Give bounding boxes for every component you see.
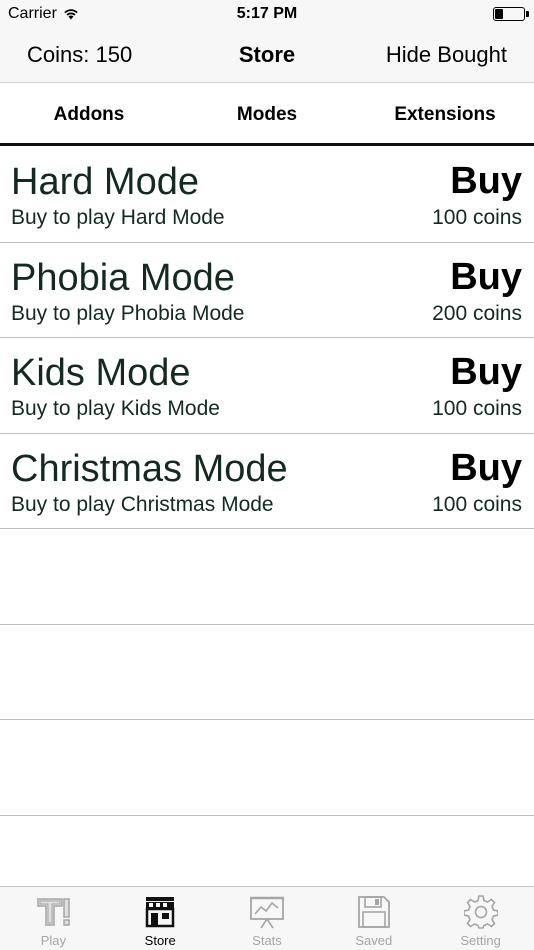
empty-row xyxy=(0,625,534,720)
empty-row xyxy=(0,529,534,625)
item-subtitle: Buy to play Phobia Mode xyxy=(11,301,245,325)
tab-label: Store xyxy=(144,933,176,948)
battery-icon xyxy=(493,7,529,21)
item-title: Kids Mode xyxy=(11,352,191,394)
floppy-disk-icon xyxy=(357,896,390,928)
status-time: 5:17 PM xyxy=(236,5,298,22)
empty-row xyxy=(0,720,534,816)
item-price: 100 coins xyxy=(432,492,522,516)
store-list: Hard Mode Buy to play Hard Mode Buy 100 … xyxy=(0,147,534,816)
list-item[interactable]: Hard Mode Buy to play Hard Mode Buy 100 … xyxy=(0,147,534,243)
list-item[interactable]: Christmas Mode Buy to play Christmas Mod… xyxy=(0,434,534,529)
tab-setting[interactable]: Setting xyxy=(427,887,534,950)
tab-play[interactable]: Play xyxy=(0,887,107,950)
tab-store[interactable]: Store xyxy=(107,887,214,950)
tab-label: Play xyxy=(40,933,67,948)
tab-label: Saved xyxy=(355,933,393,948)
play-t-icon xyxy=(37,898,71,926)
item-price: 100 coins xyxy=(432,206,522,229)
item-subtitle: Buy to play Hard Mode xyxy=(11,206,225,229)
stats-chart-icon xyxy=(249,896,284,929)
item-subtitle: Buy to play Christmas Mode xyxy=(11,492,274,516)
tab-label: Setting xyxy=(460,933,501,948)
store-icon xyxy=(145,897,175,928)
battery-level xyxy=(495,9,503,19)
item-price: 200 coins xyxy=(432,301,522,325)
item-title: Phobia Mode xyxy=(11,256,235,299)
item-subtitle: Buy to play Kids Mode xyxy=(11,397,220,420)
buy-button[interactable]: Buy xyxy=(450,351,522,394)
list-item[interactable]: Phobia Mode Buy to play Phobia Mode Buy … xyxy=(0,243,534,338)
list-item[interactable]: Kids Mode Buy to play Kids Mode Buy 100 … xyxy=(0,338,534,434)
tab-label: Stats xyxy=(252,933,282,948)
buy-button[interactable]: Buy xyxy=(450,256,522,299)
item-title: Hard Mode xyxy=(11,161,199,203)
buy-button[interactable]: Buy xyxy=(450,447,522,490)
hide-bought-button[interactable]: Hide Bought xyxy=(386,42,507,68)
segment-modes[interactable]: Modes xyxy=(178,104,356,126)
status-bar: Carrier 5:17 PM xyxy=(0,0,534,28)
segment-bar: Addons Modes Extensions xyxy=(0,84,534,146)
segment-extensions[interactable]: Extensions xyxy=(356,104,534,126)
segment-addons[interactable]: Addons xyxy=(0,104,178,126)
item-price: 100 coins xyxy=(432,397,522,420)
gear-icon xyxy=(463,895,498,929)
tab-bar: Play Store Stats Saved Setting xyxy=(0,886,534,950)
tab-stats[interactable]: Stats xyxy=(214,887,321,950)
tab-saved[interactable]: Saved xyxy=(320,887,427,950)
buy-button[interactable]: Buy xyxy=(450,160,522,203)
item-title: Christmas Mode xyxy=(11,447,288,490)
nav-bar: Coins: 150 Store Hide Bought xyxy=(0,28,534,83)
